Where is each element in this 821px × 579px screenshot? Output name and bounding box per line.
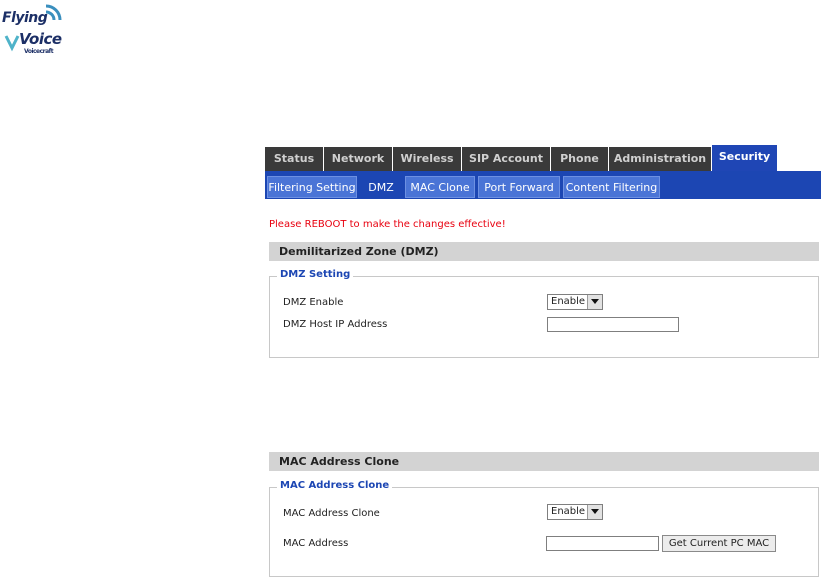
subtab-dmz[interactable]: DMZ xyxy=(360,176,402,198)
dmz-host-ip-label: DMZ Host IP Address xyxy=(283,319,388,330)
mac-clone-section-header: MAC Address Clone xyxy=(269,452,819,471)
dropdown-arrow-icon xyxy=(587,505,602,519)
logo-text-voice: Voice xyxy=(19,30,62,48)
tab-status[interactable]: Status xyxy=(265,147,324,171)
tab-phone[interactable]: Phone xyxy=(551,147,609,171)
dmz-section-header: Demilitarized Zone (DMZ) xyxy=(269,242,819,261)
subtab-mac-clone[interactable]: MAC Clone xyxy=(405,176,475,198)
subtab-filtering-setting[interactable]: Filtering Setting xyxy=(267,176,357,198)
dmz-host-ip-input[interactable] xyxy=(547,317,679,332)
mac-clone-label: MAC Address Clone xyxy=(283,508,380,519)
tab-administration[interactable]: Administration xyxy=(609,147,712,171)
sub-tab-bar: Filtering Setting DMZ MAC Clone Port For… xyxy=(265,171,821,199)
dmz-setting-fieldset xyxy=(269,276,819,358)
mac-address-label: MAC Address xyxy=(283,538,349,549)
flying-voice-logo: Flying Voice Voicecraft xyxy=(2,2,66,58)
mac-clone-value: Enable xyxy=(551,506,586,517)
dmz-enable-value: Enable xyxy=(551,296,586,307)
logo-text-flying: Flying xyxy=(2,10,48,26)
get-current-pc-mac-button[interactable]: Get Current PC MAC xyxy=(662,535,776,552)
subtab-port-forward[interactable]: Port Forward xyxy=(478,176,560,198)
dmz-setting-legend: DMZ Setting xyxy=(277,269,354,280)
main-tab-bar: Status Network Wireless SIP Account Phon… xyxy=(265,145,821,171)
reboot-notice: Please REBOOT to make the changes effect… xyxy=(269,219,506,230)
mac-clone-legend: MAC Address Clone xyxy=(277,480,393,491)
tab-security[interactable]: Security xyxy=(712,145,778,171)
tab-network[interactable]: Network xyxy=(324,147,393,171)
mac-address-input[interactable] xyxy=(546,536,659,551)
dropdown-arrow-icon xyxy=(587,295,602,309)
mac-clone-select[interactable]: Enable xyxy=(547,504,603,520)
mac-clone-fieldset xyxy=(269,487,819,577)
dmz-enable-label: DMZ Enable xyxy=(283,297,344,308)
dmz-enable-select[interactable]: Enable xyxy=(547,294,603,310)
tab-sip-account[interactable]: SIP Account xyxy=(462,147,551,171)
tab-wireless[interactable]: Wireless xyxy=(393,147,462,171)
subtab-content-filtering[interactable]: Content Filtering xyxy=(563,176,660,198)
logo-text-sub: Voicecraft xyxy=(24,48,54,55)
